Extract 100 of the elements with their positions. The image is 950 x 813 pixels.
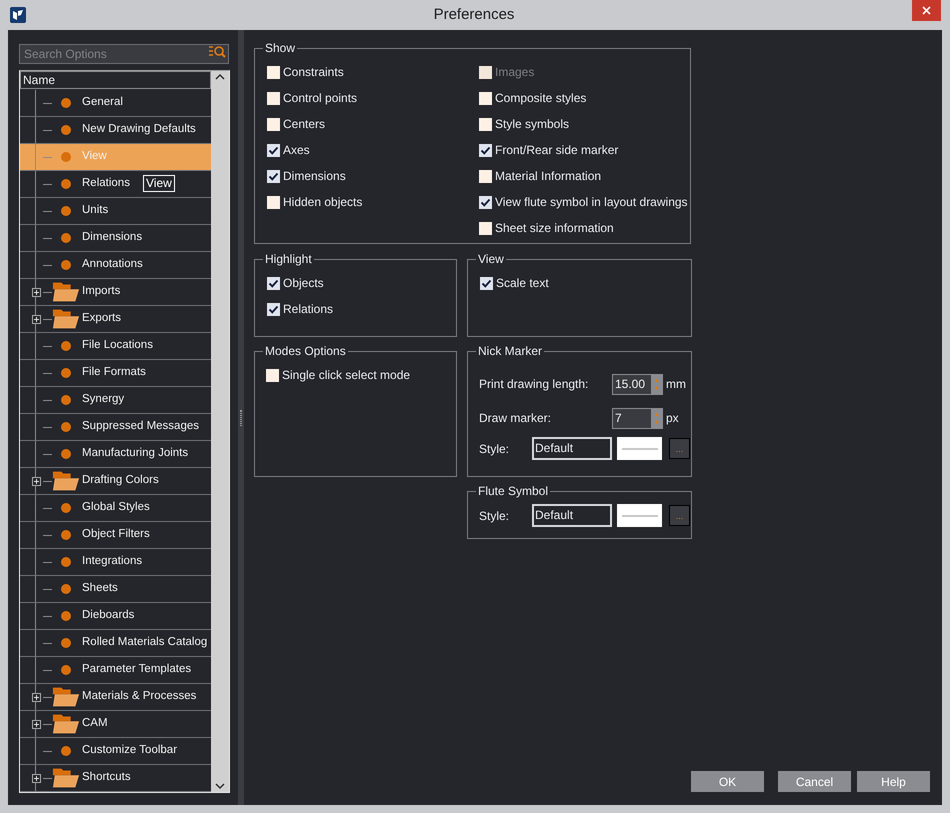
- group-title: View: [476, 252, 506, 266]
- checkbox-label: Hidden objects: [283, 194, 362, 211]
- scroll-up-icon[interactable]: [215, 73, 225, 81]
- tree-item[interactable]: Suppressed Messages: [20, 414, 211, 441]
- checkbox[interactable]: [479, 170, 492, 182]
- scroll-down-icon[interactable]: [215, 782, 225, 790]
- bullet-icon: [61, 152, 71, 162]
- tree-item[interactable]: Customize Toolbar: [20, 738, 211, 765]
- tree-label: Dieboards: [82, 608, 134, 624]
- scrollbar[interactable]: [211, 71, 229, 792]
- checkbox-label: Centers: [283, 116, 326, 133]
- tooltip: View: [143, 175, 175, 192]
- checkbox-label: Dimensions: [283, 168, 346, 185]
- expand-icon[interactable]: [32, 720, 40, 728]
- style-field[interactable]: Default: [532, 437, 612, 460]
- tree-item[interactable]: General: [20, 90, 211, 117]
- checkbox-label: Front/Rear side marker: [495, 142, 618, 159]
- spin-field[interactable]: 15.00: [612, 374, 663, 394]
- tree-item[interactable]: File Locations: [20, 333, 211, 360]
- checkbox-label: Sheet size information: [495, 220, 614, 237]
- tree-label: Synergy: [82, 392, 124, 408]
- checkbox[interactable]: [267, 66, 280, 78]
- tree-item[interactable]: Drafting Colors: [20, 468, 211, 495]
- close-button[interactable]: [912, 0, 941, 21]
- tree-item[interactable]: File Formats: [20, 360, 211, 387]
- tree-label: Object Filters: [82, 527, 150, 542]
- tree-item[interactable]: Exports: [20, 306, 211, 333]
- group-title: Flute Symbol: [476, 484, 550, 498]
- tree-item[interactable]: Parameter Templates: [20, 657, 211, 684]
- tree-item[interactable]: Manufacturing Joints: [20, 441, 211, 468]
- tree-item[interactable]: Sheets: [20, 576, 211, 603]
- tree-label: CAM: [82, 716, 108, 732]
- tree-item[interactable]: Shortcuts: [20, 765, 211, 792]
- tree-label: General: [82, 95, 123, 110]
- tree-item[interactable]: Imports: [20, 279, 211, 306]
- field-label: Print drawing length:: [479, 376, 590, 393]
- tree-label: New Drawing Defaults: [82, 122, 196, 138]
- tree-item[interactable]: Rolled Materials Catalog: [20, 630, 211, 657]
- checkbox[interactable]: [267, 170, 280, 182]
- expand-icon[interactable]: [32, 774, 40, 782]
- style-label: Style:: [479, 440, 510, 458]
- checkbox[interactable]: [266, 368, 279, 382]
- tree-label: Manufacturing Joints: [82, 446, 188, 462]
- tree-item[interactable]: CAM: [20, 711, 211, 738]
- checkbox[interactable]: [267, 276, 280, 290]
- line-preview: [617, 437, 662, 460]
- tree-label: Parameter Templates: [82, 662, 192, 678]
- checkbox[interactable]: [479, 222, 492, 234]
- bullet-icon: [61, 746, 71, 756]
- tree-item[interactable]: Materials & Processes: [20, 684, 211, 711]
- checkbox-label: Objects: [283, 275, 324, 292]
- checkbox[interactable]: [267, 196, 280, 208]
- tree-item[interactable]: Dieboards: [20, 603, 211, 630]
- checkbox[interactable]: [267, 92, 280, 104]
- bullet-icon: [61, 638, 71, 648]
- checkbox[interactable]: [480, 276, 493, 290]
- tree-item[interactable]: Annotations: [20, 252, 211, 279]
- checkbox[interactable]: [479, 196, 492, 208]
- tree-item[interactable]: Synergy: [20, 387, 211, 414]
- tree-label: Dimensions: [82, 230, 142, 246]
- tree-item[interactable]: Units: [20, 198, 211, 225]
- bullet-icon: [61, 341, 71, 351]
- tree-item[interactable]: Integrations: [20, 549, 211, 576]
- checkbox-label: Relations: [283, 301, 334, 318]
- search-field[interactable]: Search Options: [19, 44, 229, 64]
- tree-label: Rolled Materials Catalog: [82, 635, 208, 650]
- tree-label: Shortcuts: [82, 770, 131, 786]
- checkbox[interactable]: [267, 302, 280, 316]
- browse-button[interactable]: ...: [669, 505, 690, 526]
- tree-label: Annotations: [82, 257, 143, 272]
- expand-icon[interactable]: [32, 288, 40, 296]
- browse-button[interactable]: ...: [669, 438, 690, 459]
- tree-item[interactable]: Dimensions: [20, 225, 211, 252]
- folder-icon: [52, 308, 80, 330]
- unit-label: px: [666, 410, 679, 427]
- checkbox-label: Control points: [283, 90, 358, 107]
- tree-label: Exports: [82, 311, 121, 326]
- folder-icon: [52, 686, 80, 708]
- expand-icon[interactable]: [32, 314, 40, 324]
- group-title: Nick Marker: [476, 344, 544, 358]
- checkbox[interactable]: [267, 118, 280, 130]
- checkbox[interactable]: [479, 92, 492, 104]
- group-title: Highlight: [263, 252, 314, 266]
- checkbox[interactable]: [479, 118, 492, 130]
- bullet-icon: [61, 368, 71, 378]
- checkbox[interactable]: [479, 144, 492, 156]
- style-field[interactable]: Default: [532, 504, 612, 527]
- window-title: Preferences: [434, 4, 514, 25]
- expand-icon[interactable]: [32, 476, 40, 486]
- tree-item[interactable]: Global Styles: [20, 495, 211, 522]
- close-icon: [922, 6, 931, 15]
- tree-item[interactable]: Relations View: [20, 171, 211, 198]
- spin-field[interactable]: 7: [612, 408, 663, 428]
- checkbox-label: Constraints: [283, 64, 344, 81]
- tree-item[interactable]: Object Filters: [20, 522, 211, 549]
- checkbox[interactable]: [267, 144, 280, 156]
- checkbox-label: Images: [495, 64, 534, 81]
- expand-icon[interactable]: [32, 692, 40, 702]
- column-header[interactable]: Name: [20, 71, 211, 89]
- folder-icon: [52, 767, 80, 789]
